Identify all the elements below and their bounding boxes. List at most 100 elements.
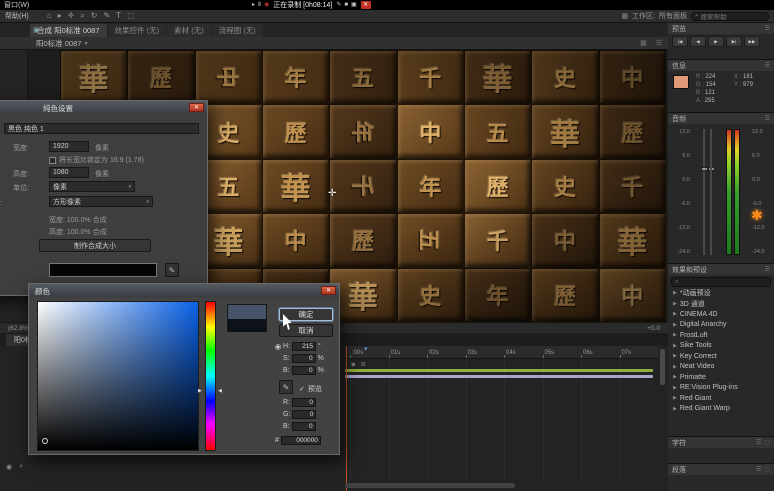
- transport-button[interactable]: ▶|: [726, 36, 742, 47]
- timeline-corner-icon[interactable]: ⌕: [19, 463, 23, 471]
- lock-aspect-checkbox[interactable]: 将长宽比锁定为 16:9 (1.78): [49, 155, 144, 165]
- info-panel-header[interactable]: 信息 ☰: [668, 60, 774, 71]
- panel-menu-icon[interactable]: ☰: [765, 25, 770, 32]
- timeline-mini-icon[interactable]: ⊞: [361, 361, 366, 368]
- effects-category[interactable]: ▶RE:Vision Plug-ins: [668, 383, 774, 394]
- effects-panel-header[interactable]: 效果和预设 ☰: [668, 264, 774, 275]
- effects-category[interactable]: ▶CINEMA 4D: [668, 309, 774, 320]
- recorder-icon[interactable]: ■: [344, 0, 348, 10]
- effects-category[interactable]: ▶Red Giant: [668, 393, 774, 404]
- tool-icon[interactable]: ⌕: [80, 10, 84, 22]
- close-icon[interactable]: ✕: [321, 286, 336, 295]
- layer-bar-green[interactable]: [345, 369, 653, 372]
- tool-icon[interactable]: T: [116, 10, 121, 22]
- chevron-right-icon[interactable]: ▶: [673, 322, 677, 328]
- recorder-icon[interactable]: ▸: [252, 0, 255, 10]
- recorder-icon[interactable]: ◉: [264, 0, 269, 10]
- color-selection-marker[interactable]: [42, 438, 48, 444]
- tool-icon[interactable]: ▸: [58, 10, 62, 22]
- panel-tab[interactable]: 素材 (无): [167, 24, 211, 37]
- audio-level-sliders[interactable]: [700, 129, 716, 255]
- recorder-icon[interactable]: Ⅱ: [258, 0, 261, 10]
- workspace-selector[interactable]: 所有面板: [659, 11, 687, 21]
- effects-category[interactable]: ▶Primatte: [668, 372, 774, 383]
- color-dialog-titlebar[interactable]: 颜色 ✕: [29, 284, 339, 297]
- chevron-right-icon[interactable]: ▶: [673, 395, 677, 401]
- chevron-right-icon[interactable]: ▶: [673, 385, 677, 391]
- transport-button[interactable]: ◀: [690, 36, 706, 47]
- panel-tab[interactable]: 效果控件 (无): [108, 24, 167, 37]
- s-field[interactable]: 0: [292, 354, 316, 363]
- panel-menu-icon[interactable]: ☰: [756, 466, 761, 473]
- effects-category[interactable]: ▶FrostLuft: [668, 330, 774, 341]
- preview-panel-header[interactable]: 预览 ☰: [668, 23, 774, 34]
- panel-menu-icon[interactable]: ☰: [765, 266, 770, 273]
- solid-name-field[interactable]: 黑色 纯色 1: [4, 123, 199, 134]
- b-field[interactable]: 0: [292, 366, 316, 375]
- chevron-right-icon[interactable]: ▶: [673, 374, 677, 380]
- work-area-marker-icon[interactable]: ▾: [364, 345, 368, 353]
- timeline-vertical-scrollbar[interactable]: [660, 349, 665, 385]
- height-field[interactable]: 1080: [49, 167, 89, 178]
- tool-icon[interactable]: ✎: [103, 10, 110, 22]
- h-field[interactable]: 215: [292, 342, 316, 351]
- panel-tab[interactable]: 合成 阳0标准 0087: [30, 24, 107, 37]
- pixel-aspect-dropdown[interactable]: 方形像素 ▾: [49, 196, 153, 207]
- tool-icon[interactable]: ✛: [68, 10, 75, 22]
- current-time-indicator[interactable]: [346, 346, 347, 491]
- effects-category[interactable]: ▶*动画预设: [668, 288, 774, 299]
- eyedropper-icon[interactable]: ✎: [279, 380, 293, 394]
- hue-marker-right-icon[interactable]: ◀: [218, 388, 222, 394]
- recorder-icon[interactable]: ▣: [351, 0, 357, 10]
- viewer-options-icon[interactable]: ▦: [640, 39, 647, 47]
- audio-slider-handle[interactable]: [701, 167, 708, 171]
- hue-slider[interactable]: [205, 301, 216, 451]
- exposure-value[interactable]: +0.0: [647, 325, 660, 332]
- radio-icon[interactable]: [275, 344, 281, 350]
- hue-marker-left-icon[interactable]: ▶: [198, 388, 202, 394]
- character-panel-header[interactable]: 字符 ☰ ⬚: [668, 437, 774, 448]
- effects-category[interactable]: ▶3D 通道: [668, 299, 774, 310]
- chevron-right-icon[interactable]: ▶: [673, 364, 677, 370]
- make-comp-size-button[interactable]: 制作合成大小: [39, 239, 151, 252]
- chevron-right-icon[interactable]: ▶: [673, 290, 677, 296]
- chevron-right-icon[interactable]: ▶: [673, 343, 677, 349]
- menu-window[interactable]: 窗口(W): [4, 0, 29, 10]
- layer-bar-purple[interactable]: [345, 375, 653, 378]
- transport-button[interactable]: ▶▶: [744, 36, 760, 47]
- transport-button[interactable]: |◀: [672, 36, 688, 47]
- solid-dialog-titlebar[interactable]: 纯色设置 ✕: [0, 101, 207, 114]
- effects-search-input[interactable]: ⌕: [671, 277, 771, 287]
- composition-name-tab[interactable]: 阳0标准 0087: [36, 38, 81, 49]
- effects-category[interactable]: ▶Digital Anarchy: [668, 320, 774, 331]
- help-search-input[interactable]: ⌕ 搜索帮助: [691, 12, 769, 21]
- b2-field[interactable]: 0: [292, 422, 316, 431]
- effects-category[interactable]: ▶Sike Tools: [668, 341, 774, 352]
- transport-button[interactable]: ▶: [708, 36, 724, 47]
- timeline-ruler[interactable]: :00s01s02s03s04s05s06s07s: [345, 346, 658, 359]
- panel-menu-icon[interactable]: ☰: [656, 39, 662, 47]
- width-field[interactable]: 1920: [49, 141, 89, 152]
- chevron-right-icon[interactable]: ▶: [673, 301, 677, 307]
- units-dropdown[interactable]: 像素 ▾: [49, 181, 135, 192]
- tool-icon[interactable]: ⌂: [47, 10, 52, 22]
- r-field[interactable]: 0: [292, 398, 316, 407]
- recorder-close-icon[interactable]: ✕: [361, 1, 371, 9]
- panel-menu-icon[interactable]: ☰: [765, 115, 770, 122]
- audio-panel-header[interactable]: 音频 ☰: [668, 113, 774, 124]
- timeline-horizontal-scrollbar[interactable]: [345, 483, 515, 488]
- chevron-right-icon[interactable]: ▶: [673, 311, 677, 317]
- chevron-down-icon[interactable]: ▾: [84, 40, 87, 47]
- eyedropper-icon[interactable]: ✎: [165, 263, 179, 277]
- effects-category[interactable]: ▶Neat Video: [668, 362, 774, 373]
- saturation-brightness-field[interactable]: [37, 301, 199, 451]
- recorder-icon[interactable]: ✎: [336, 0, 341, 10]
- solid-color-swatch[interactable]: [49, 263, 157, 277]
- timeline-corner-icon[interactable]: ◉: [6, 463, 12, 471]
- tool-icon[interactable]: ↻: [91, 10, 98, 22]
- chevron-right-icon[interactable]: ▶: [673, 353, 677, 359]
- close-icon[interactable]: ✕: [189, 103, 204, 112]
- hex-field[interactable]: 000000: [281, 436, 321, 445]
- preview-checkbox[interactable]: ✓ 预览: [299, 384, 322, 394]
- g-field[interactable]: 0: [292, 410, 316, 419]
